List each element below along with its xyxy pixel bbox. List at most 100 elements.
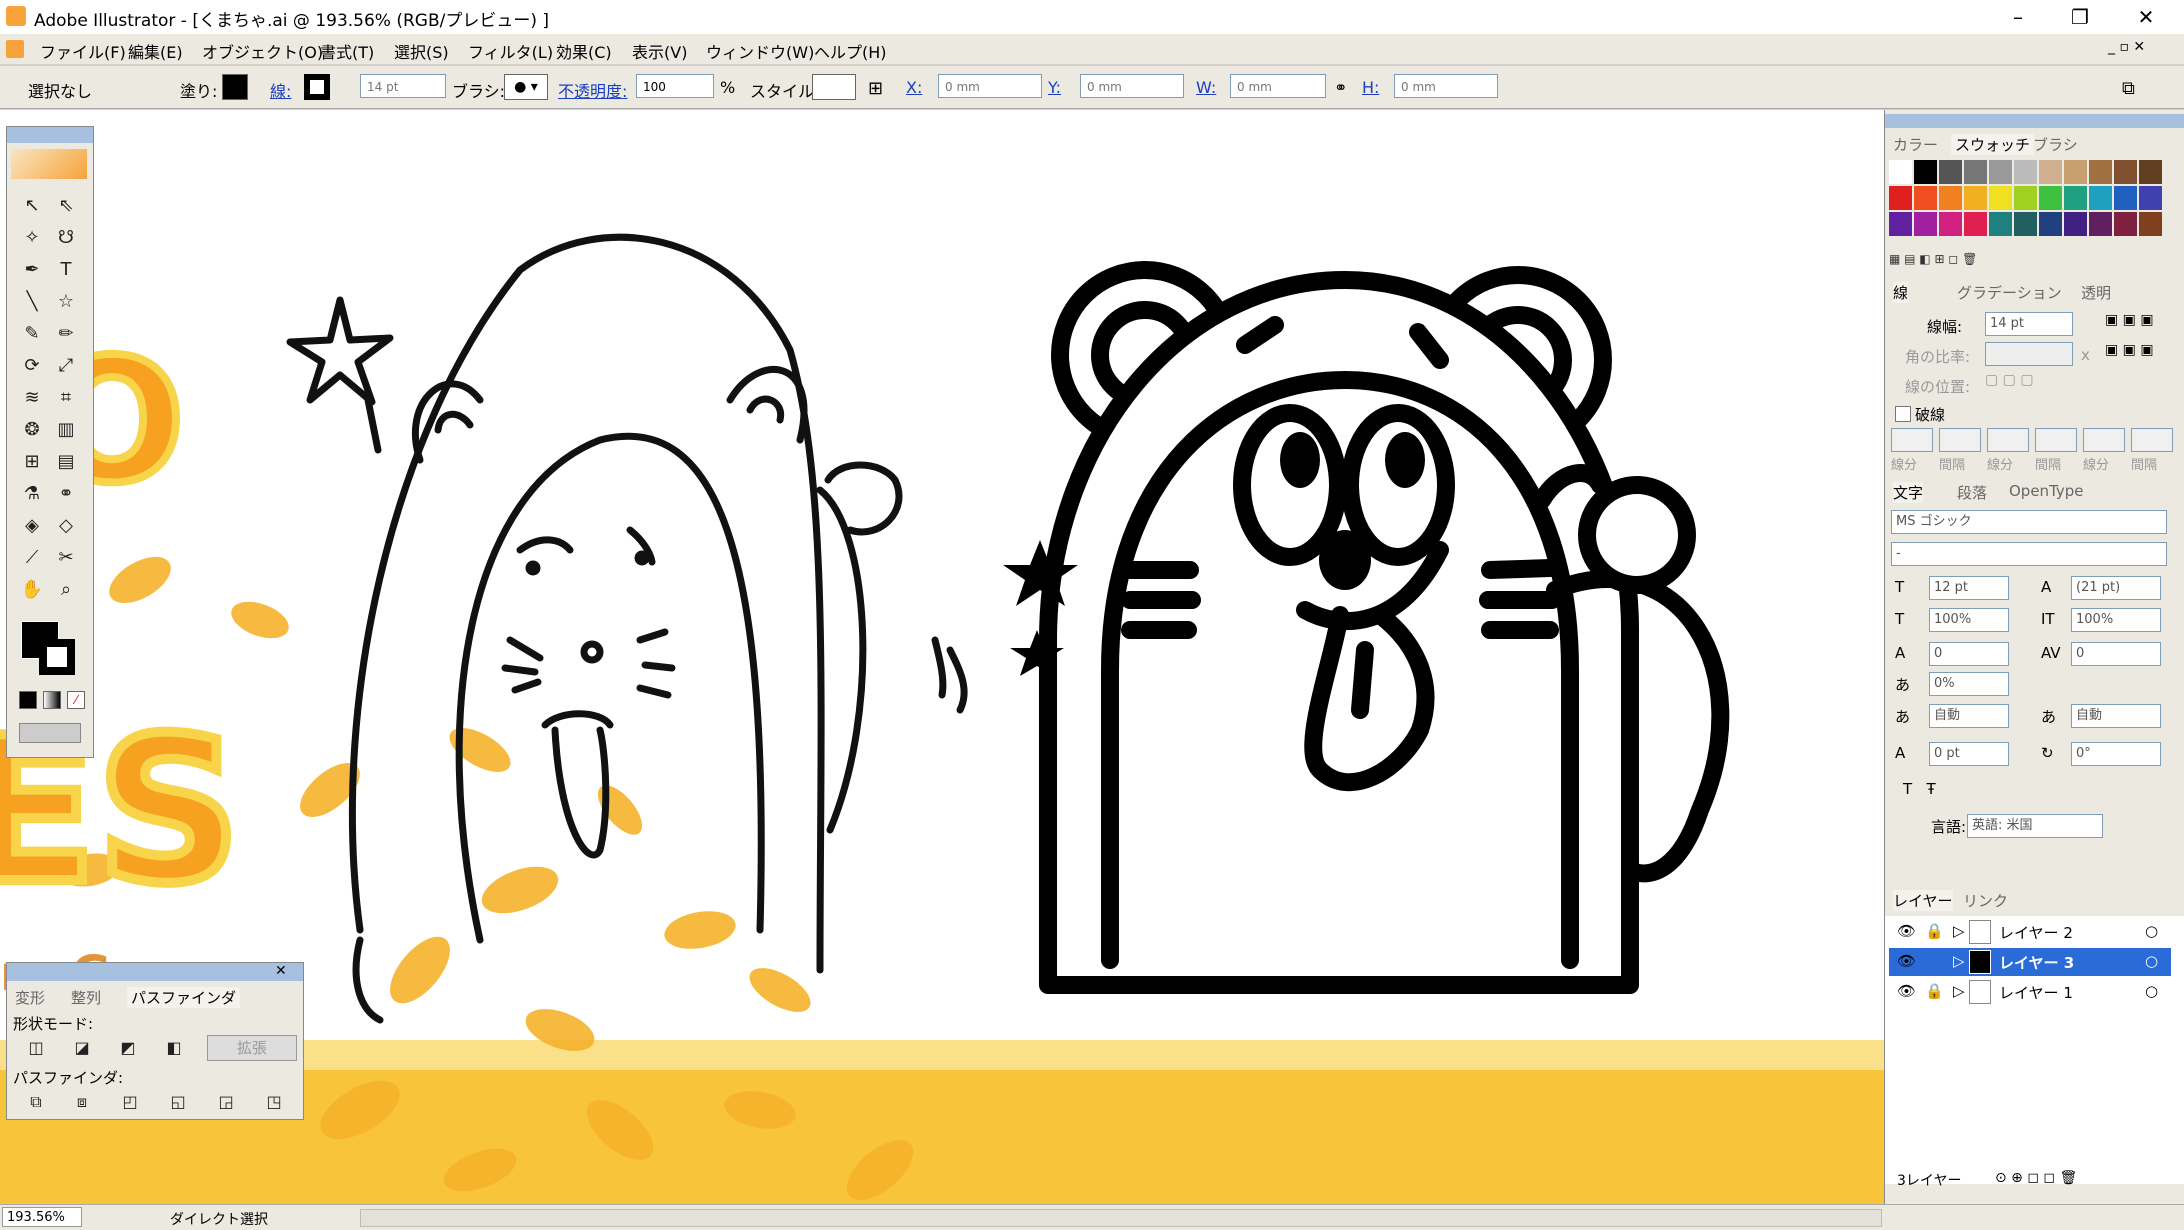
target-icon[interactable]: ○ [2145, 982, 2158, 1000]
style-selector[interactable] [812, 74, 856, 100]
w-label[interactable]: W: [1196, 78, 1216, 97]
tab-character[interactable]: 文字 [1893, 482, 1924, 503]
gap-field-3[interactable] [2131, 428, 2173, 452]
stroke-weight-input[interactable]: 14 pt [1985, 312, 2073, 336]
tab-transparency[interactable]: 透明 [2081, 282, 2111, 303]
warp-tool-icon[interactable]: ≋ [19, 385, 45, 411]
x-field[interactable]: 0 mm [938, 74, 1042, 98]
color-swatch[interactable] [2014, 160, 2037, 184]
tab-align[interactable]: 整列 [71, 987, 101, 1008]
toolbox-titlebar[interactable] [7, 127, 93, 143]
color-swatch[interactable] [1889, 186, 1912, 210]
visibility-eye-icon[interactable]: 👁 [1897, 922, 1916, 940]
crop-icon[interactable]: ◱ [165, 1089, 191, 1115]
layer-panel-buttons[interactable]: ⊙ ⊕ ◻ ◻ 🗑 [1995, 1170, 2077, 1186]
paintbrush-tool-icon[interactable]: ✎ [19, 321, 45, 347]
close-button[interactable]: ✕ [2118, 2, 2174, 32]
color-swatch[interactable] [2039, 212, 2062, 236]
menu-window[interactable]: ウィンドウ(W) [706, 39, 814, 63]
color-swatch[interactable] [1989, 212, 2012, 236]
gradient-mode-button[interactable] [43, 691, 61, 709]
rotate-tool-icon[interactable]: ⟳ [19, 353, 45, 379]
color-swatch[interactable] [1989, 160, 2012, 184]
font-family-dropdown[interactable]: MS ゴシック [1891, 510, 2167, 534]
expand-triangle-icon[interactable]: ▷ [1953, 982, 1965, 1000]
zoom-dropdown[interactable]: 193.56% [2, 1207, 82, 1227]
language-dropdown[interactable]: 英語: 米国 [1967, 814, 2103, 838]
tsume-input[interactable]: 0% [1929, 672, 2009, 696]
color-swatch[interactable] [1914, 212, 1937, 236]
horizontal-scrollbar[interactable] [360, 1209, 1882, 1227]
color-swatch[interactable] [2089, 212, 2112, 236]
lock-icon[interactable]: 🔒 [1925, 922, 1944, 940]
eyedropper-tool-icon[interactable]: ⚗ [19, 481, 45, 507]
tab-pathfinder[interactable]: パスファインダ [127, 987, 241, 1008]
transform-reference-icon[interactable]: ⊞ [868, 78, 883, 99]
visibility-eye-icon[interactable]: 👁 [1897, 952, 1916, 970]
baseline-shift-input[interactable]: 0 pt [1929, 742, 2009, 766]
stroke-weight-field[interactable]: 14 pt [360, 74, 446, 98]
layer-row[interactable]: 👁 ▷ レイヤー 3 ○ [1889, 948, 2171, 976]
exclude-shape-icon[interactable]: ◧ [161, 1035, 187, 1061]
fill-swatch[interactable] [222, 74, 248, 100]
color-swatch[interactable] [2114, 186, 2137, 210]
aki-right-input[interactable]: 自動 [2071, 704, 2161, 728]
align-stroke-buttons[interactable]: ▢ ▢ ▢ [1985, 372, 2065, 396]
tab-transform[interactable]: 変形 [15, 987, 45, 1008]
line-tool-icon[interactable]: ╲ [19, 289, 45, 315]
opacity-label[interactable]: 不透明度: [558, 78, 627, 102]
y-label[interactable]: Y: [1048, 78, 1061, 97]
leading-input[interactable]: (21 pt) [2071, 576, 2161, 600]
color-swatch[interactable] [1889, 160, 1912, 184]
swatch-panel-titlebar[interactable] [1885, 114, 2184, 128]
divide-icon[interactable]: ⧉ [23, 1089, 49, 1115]
color-swatch[interactable] [2114, 160, 2137, 184]
layer-row[interactable]: 👁 🔒 ▷ レイヤー 1 ○ [1889, 978, 2171, 1006]
hand-tool-icon[interactable]: ✋ [19, 577, 45, 603]
pathfinder-titlebar[interactable] [7, 963, 303, 981]
tab-links[interactable]: リンク [1963, 890, 2008, 911]
color-swatch[interactable] [1939, 212, 1962, 236]
tab-stroke[interactable]: 線 [1893, 282, 1909, 303]
layer-name[interactable]: レイヤー 2 [1999, 922, 2073, 943]
color-swatch[interactable] [2014, 186, 2037, 210]
color-swatch[interactable] [1964, 186, 1987, 210]
document-setup-icon[interactable]: ⧉ [2122, 78, 2135, 99]
color-swatch[interactable] [2064, 212, 2087, 236]
mesh-tool-icon[interactable]: ⊞ [19, 449, 45, 475]
gradient-tool-icon[interactable]: ▤ [53, 449, 79, 475]
color-swatch[interactable] [2114, 212, 2137, 236]
tab-color[interactable]: カラー [1893, 134, 1938, 155]
target-icon[interactable]: ○ [2145, 952, 2158, 970]
menu-type[interactable]: 書式(T) [320, 39, 374, 63]
tracking-input[interactable]: 0 [2071, 642, 2161, 666]
add-shape-icon[interactable]: ◫ [23, 1035, 49, 1061]
color-swatch[interactable] [2039, 160, 2062, 184]
minimize-button[interactable]: – [1990, 2, 2046, 32]
menu-select[interactable]: 選択(S) [394, 39, 449, 63]
pathfinder-close-icon[interactable]: ✕ [275, 963, 287, 979]
menu-file[interactable]: ファイル(F) [40, 39, 126, 63]
brush-selector[interactable]: ● ▾ [504, 74, 548, 100]
none-mode-button[interactable]: ⁄ [67, 691, 85, 709]
character-rotation-input[interactable]: 0° [2071, 742, 2161, 766]
kerning-input[interactable]: 0 [1929, 642, 2009, 666]
layer-name[interactable]: レイヤー 1 [1999, 982, 2073, 1003]
menu-object[interactable]: オブジェクト(O) [202, 39, 323, 63]
aki-left-input[interactable]: 自動 [1929, 704, 2009, 728]
tab-gradient[interactable]: グラデーション [1957, 282, 2062, 303]
color-swatch[interactable] [2139, 160, 2162, 184]
expand-triangle-icon[interactable]: ▷ [1953, 922, 1965, 940]
tab-paragraph[interactable]: 段落 [1957, 482, 1987, 503]
document-window-controls[interactable]: _ ▫ ✕ [2108, 39, 2145, 55]
intersect-shape-icon[interactable]: ◩ [115, 1035, 141, 1061]
dashed-line-checkbox[interactable] [1895, 406, 1911, 422]
color-swatch[interactable] [1939, 160, 1962, 184]
expand-button[interactable]: 拡張 [207, 1035, 297, 1061]
lasso-tool-icon[interactable]: ☋ [53, 225, 79, 251]
color-swatch[interactable] [2089, 160, 2112, 184]
join-buttons[interactable]: ▣ ▣ ▣ [2105, 342, 2169, 366]
direct-selection-tool-icon[interactable]: ⇖ [53, 193, 79, 219]
swatch-grid[interactable] [1889, 160, 2165, 246]
scale-tool-icon[interactable]: ⤢ [53, 353, 79, 379]
